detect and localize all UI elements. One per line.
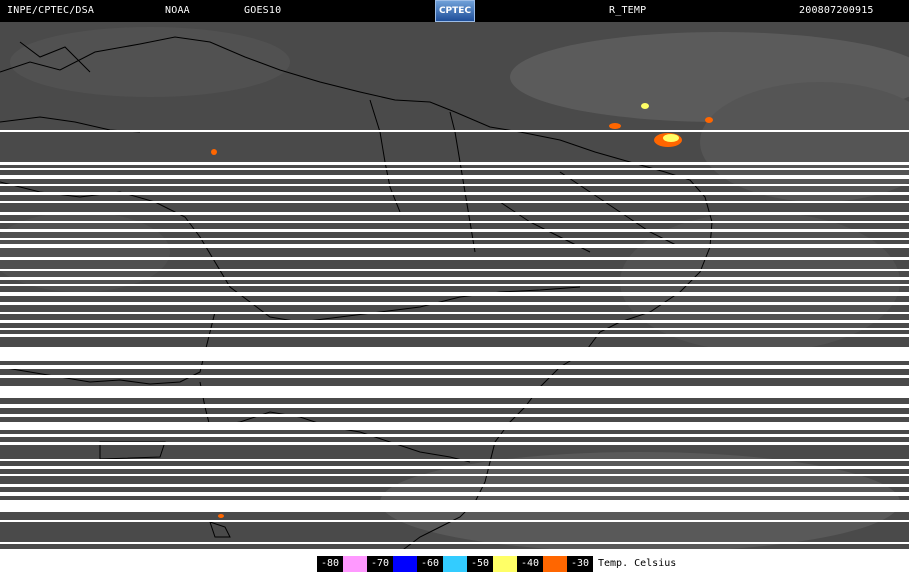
scan-line (0, 168, 909, 170)
satellite-image (0, 22, 909, 552)
scan-line (0, 162, 909, 165)
color-legend: -80 -70 -60 -50 -40 -30 Temp. Celsius (0, 552, 909, 576)
legend-label: -40 (517, 556, 543, 572)
satellite-map-svg (0, 27, 909, 552)
scan-line (0, 130, 909, 132)
satellite-label: GOES10 (244, 5, 282, 16)
legend-swatch (443, 556, 467, 572)
legend-swatch (543, 556, 567, 572)
source-label: INPE/CPTEC/DSA (7, 5, 95, 16)
legend-label: -70 (367, 556, 393, 572)
legend-swatch (493, 556, 517, 572)
legend-label: -50 (467, 556, 493, 572)
scan-line (0, 184, 909, 186)
image-header: INPE/CPTEC/DSA NOAA GOES10 CPTEC R_TEMP … (0, 0, 909, 22)
legend-unit-label: Temp. Celsius (598, 558, 677, 569)
legend-bar: -80 -70 -60 -50 -40 -30 (317, 556, 593, 572)
timestamp-label: 200807200915 (799, 5, 874, 16)
legend-label: -60 (417, 556, 443, 572)
legend-swatch (393, 556, 417, 572)
product-label: R_TEMP (609, 5, 647, 16)
legend-label: -80 (317, 556, 343, 572)
scan-line (0, 542, 909, 544)
scan-line (0, 175, 909, 179)
cptec-logo: CPTEC (435, 0, 475, 22)
agency-label: NOAA (165, 5, 190, 16)
legend-swatch (343, 556, 367, 572)
scan-line (0, 520, 909, 522)
legend-label: -30 (567, 556, 593, 572)
